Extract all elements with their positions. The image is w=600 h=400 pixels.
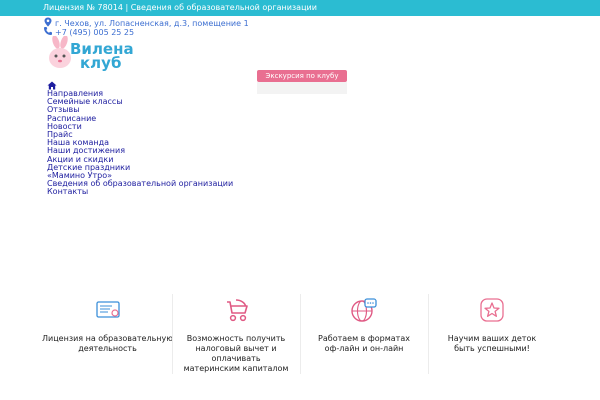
feature-tax-line2: налоговый вычет и оплачивать <box>195 344 277 363</box>
nav-item-contacts[interactable]: Контакты <box>47 188 233 196</box>
feature-license-text: Лицензия на образовательную деятельность <box>40 334 175 354</box>
feature-formats: Работаем в форматах оф-лайн и он-лайн <box>300 294 428 354</box>
feature-formats-text: Работаем в форматах оф-лайн и он-лайн <box>300 334 428 354</box>
top-info-bar: Лицензия № 78014 | Сведения об образоват… <box>0 0 600 16</box>
feature-formats-line2: оф-лайн и он-лайн <box>324 344 404 353</box>
feature-license-line2: деятельность <box>78 344 137 353</box>
feature-success-line2: быть успешными! <box>454 344 530 353</box>
phone-icon <box>44 27 52 35</box>
feature-tax-deduction: Возможность получить налоговый вычет и о… <box>172 294 300 374</box>
tour-button[interactable]: Экскурсия по клубу <box>257 70 347 82</box>
feature-tax-line1: Возможность получить <box>186 334 286 343</box>
nav-item-news[interactable]: Новости <box>47 122 233 131</box>
main-navigation: Направления Семейные классы Отзывы Распи… <box>47 81 233 197</box>
feature-success-line1: Научим ваших деток <box>447 334 537 343</box>
feature-success-text: Научим ваших деток быть успешными! <box>428 334 556 354</box>
nav-list: Направления Семейные классы Отзывы Распи… <box>47 89 233 197</box>
feature-success: Научим ваших деток быть успешными! <box>428 294 556 354</box>
certificate-icon <box>91 294 124 326</box>
globe-chat-icon <box>348 294 380 326</box>
license-link[interactable]: Лицензия № 78014 | Сведения об образоват… <box>43 2 317 13</box>
feature-license-line1: Лицензия на образовательную <box>42 334 173 343</box>
feature-tax-text: Возможность получить налоговый вычет и о… <box>172 334 300 374</box>
star-icon <box>476 294 508 326</box>
tour-button-placeholder <box>257 82 347 94</box>
stroller-icon <box>220 294 252 326</box>
feature-license: Лицензия на образовательную деятельность <box>40 294 175 354</box>
logo-text-line2[interactable]: клуб <box>80 55 121 71</box>
feature-formats-line1: Работаем в форматах <box>318 334 410 343</box>
feature-tax-line3: материнским капиталом <box>183 364 289 373</box>
